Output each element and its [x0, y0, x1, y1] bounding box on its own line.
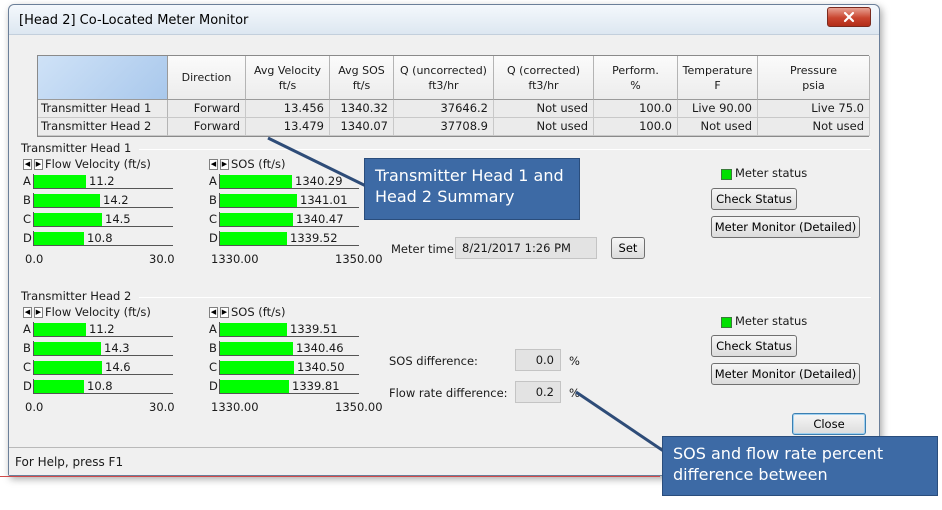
difference-callout: SOS and flow rate percent difference bet… — [662, 436, 938, 496]
callout-connectors — [267, 136, 666, 454]
difference-callout-line — [575, 390, 666, 454]
summary-callout: Transmitter Head 1 and Head 2 Summary — [364, 158, 580, 220]
summary-callout-line — [267, 136, 367, 188]
